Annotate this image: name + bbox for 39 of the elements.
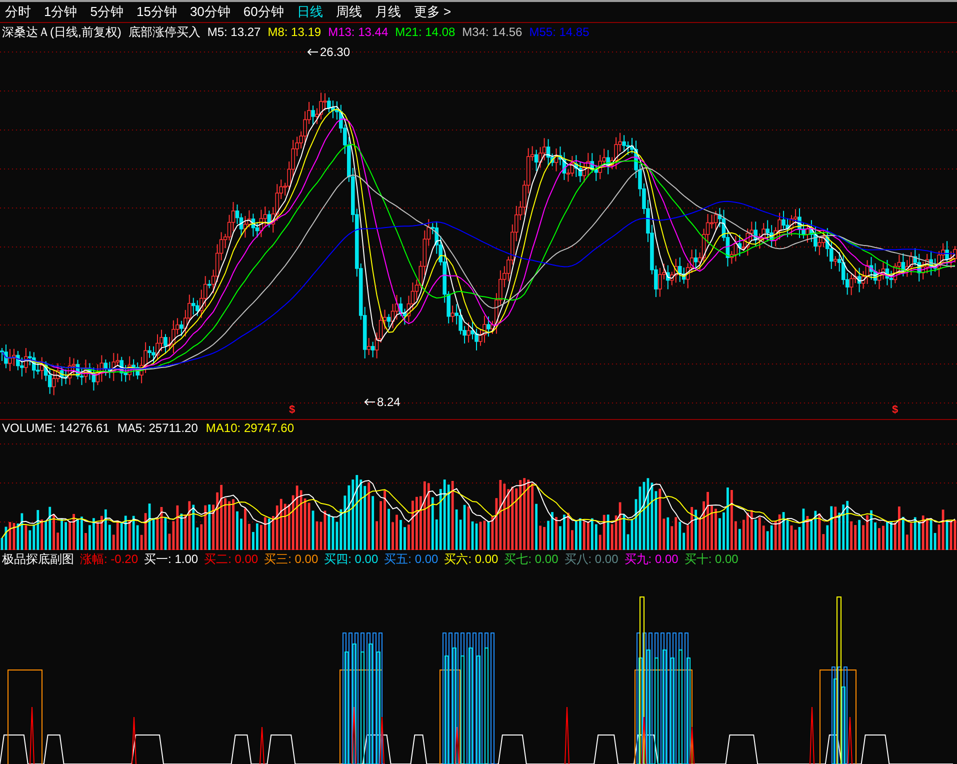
indicator-title: 极品探底副图 <box>2 550 74 568</box>
legend-value: M34: 14.56 <box>462 24 522 41</box>
legend-value: M55: 14.85 <box>529 24 590 41</box>
signal-marker: $ <box>289 405 296 416</box>
period-tab[interactable]: 月线 <box>374 2 401 22</box>
arrow-icon <box>364 398 376 406</box>
period-tab[interactable]: 分时 <box>5 2 31 22</box>
legend-value: 买四: 0.00 <box>324 550 378 568</box>
legend-value: 买六: 0.00 <box>444 550 498 568</box>
legend-value: 买十: 0.00 <box>684 550 738 568</box>
legend-value: VOLUME: 14276.61 <box>2 420 110 437</box>
legend-value: 买五: 0.00 <box>384 550 438 568</box>
legend-value: M13: 13.44 <box>328 24 388 41</box>
legend-value: MA5: 25711.20 <box>117 420 198 437</box>
period-tab[interactable]: 60分钟 <box>243 2 284 22</box>
legend-value: 买七: 0.00 <box>504 550 558 568</box>
arrow-icon <box>307 48 319 56</box>
legend-value: MA10: 29747.60 <box>206 420 294 437</box>
legend-value: 买九: 0.00 <box>624 550 678 568</box>
period-tab[interactable]: 15分钟 <box>136 2 177 22</box>
legend-value: M5: 13.27 <box>207 24 261 41</box>
legend-value: M8: 13.19 <box>268 24 322 41</box>
indicator-name: 底部涨停买入 <box>128 24 200 41</box>
legend-value: 买二: 0.00 <box>204 550 258 568</box>
period-tab[interactable]: 1分钟 <box>44 2 78 22</box>
legend-value: 买三: 0.00 <box>264 550 318 568</box>
period-tab[interactable]: 5分钟 <box>90 2 124 22</box>
legend-value: M21: 14.08 <box>395 24 456 41</box>
price-label: 8.24 <box>377 394 400 411</box>
signal-marker: $ <box>892 405 898 416</box>
period-tab[interactable]: 日线 <box>296 2 323 22</box>
price-label: 26.30 <box>320 44 350 61</box>
legend-value: 买一: 1.00 <box>144 550 198 568</box>
period-tab[interactable]: 30分钟 <box>190 2 230 22</box>
legend-value: 买八: 0.00 <box>564 550 618 568</box>
period-tab[interactable]: 更多 > <box>414 2 452 22</box>
legend-value: 涨幅: -0.20 <box>80 550 138 568</box>
chart-title: 深桑达Ａ(日线,前复权) <box>2 24 122 41</box>
period-tab[interactable]: 周线 <box>336 2 362 22</box>
